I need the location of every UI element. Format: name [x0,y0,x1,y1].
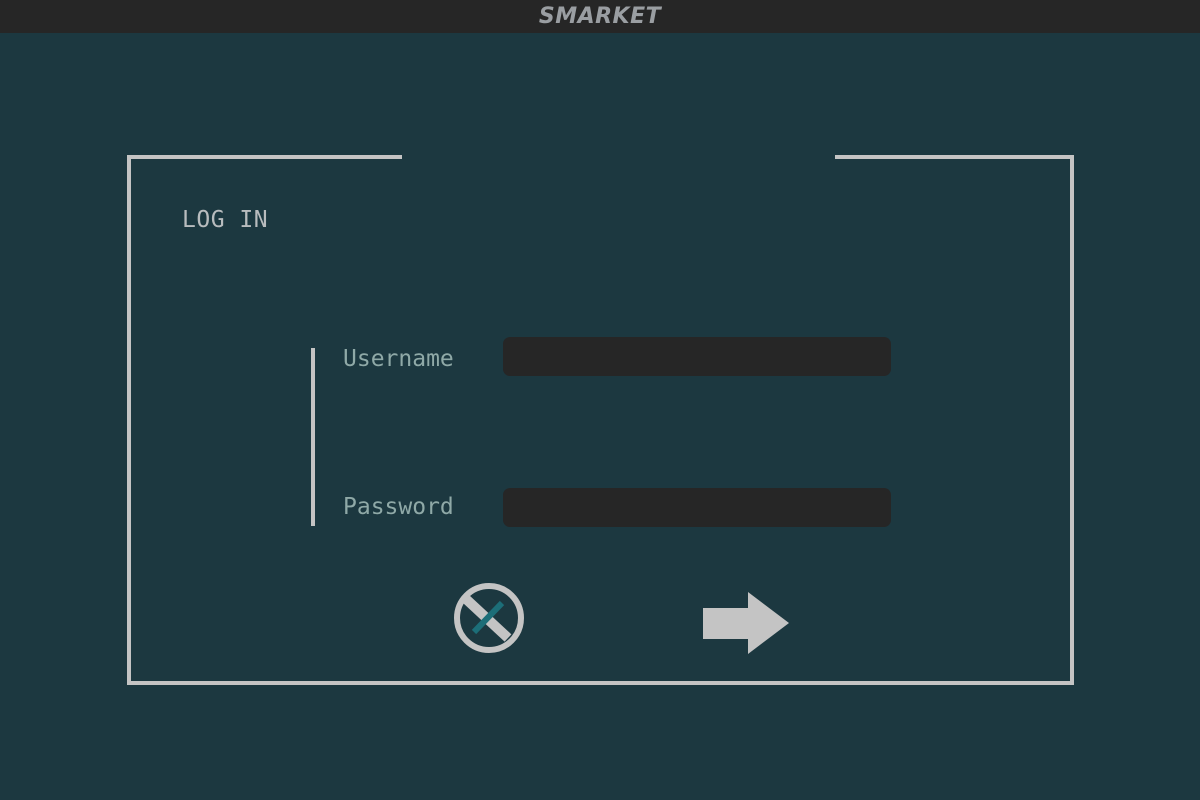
password-label: Password [343,494,454,520]
form-divider [311,348,315,526]
password-field[interactable] [503,488,891,527]
frame-top-right [835,155,1074,159]
frame-top-left [127,155,402,159]
app-title: SMARKET [538,4,662,29]
submit-button[interactable] [702,591,790,655]
frame-right [1070,155,1074,685]
arrow-right-icon [703,592,789,654]
frame-left [127,155,131,685]
prohibited-icon [454,583,524,653]
login-heading: LOG IN [182,207,269,233]
username-field[interactable] [503,337,891,376]
cancel-button[interactable] [452,581,526,655]
top-bar: SMARKET [0,0,1200,33]
frame-bottom [127,681,1074,685]
username-label: Username [343,346,454,372]
